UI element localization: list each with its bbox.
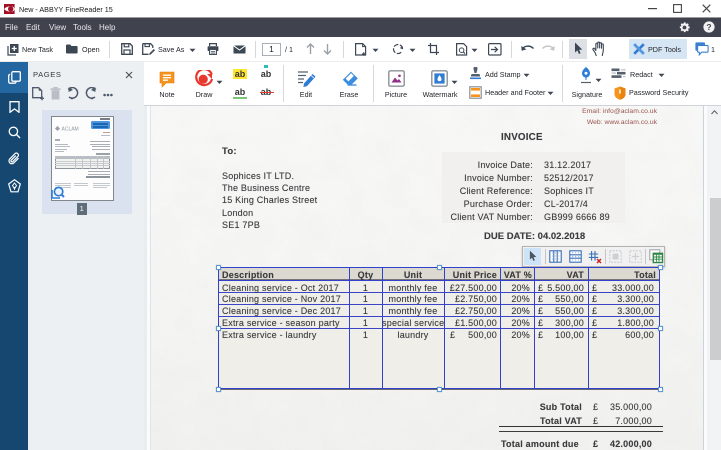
svg-text:?: ?: [706, 22, 711, 32]
svg-text:ACLAM: ACLAM: [62, 127, 79, 133]
